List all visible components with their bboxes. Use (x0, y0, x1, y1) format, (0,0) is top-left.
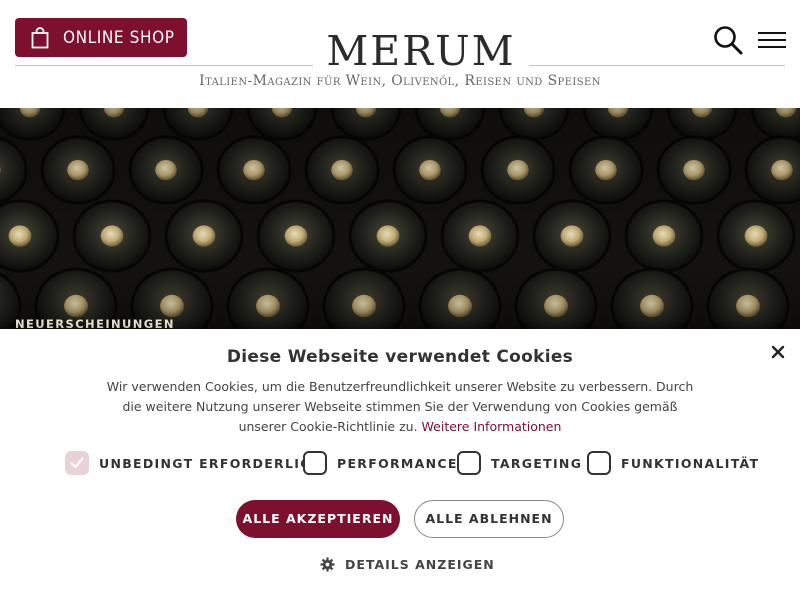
hero-image-wine-bottles (0, 108, 800, 333)
checkbox-strictly-necessary[interactable] (65, 451, 89, 475)
shopping-bag-icon (31, 26, 49, 48)
cookie-banner-title: Diese Webseite verwendet Cookies (226, 347, 574, 367)
checkbox-functionality[interactable] (587, 451, 611, 475)
more-info-link[interactable]: Weitere Informationen (422, 419, 562, 434)
option-label-targeting: TARGETING (491, 455, 583, 471)
checkmark-icon (70, 457, 84, 469)
option-label-functionality: FUNKTIONALITÄT (621, 455, 760, 471)
cookie-option-targeting[interactable]: TARGETING (457, 451, 582, 475)
online-shop-button[interactable]: ONLINE SHOP (15, 18, 187, 57)
checkbox-targeting[interactable] (457, 451, 481, 475)
header-divider-right (529, 65, 785, 66)
option-label-strictly-necessary: UNBEDINGT ERFORDERLICH (99, 455, 323, 471)
gear-icon (320, 556, 335, 572)
cookie-banner-text: Wir verwenden Cookies, um die Benutzerfr… (100, 377, 700, 437)
search-icon[interactable] (713, 25, 743, 55)
site-logo[interactable]: MERUM (313, 27, 529, 75)
checkbox-performance[interactable] (303, 451, 327, 475)
hero-banner[interactable]: NEUERSCHEINUNGEN (0, 108, 800, 333)
site-tagline: Italien-Magazin für Wein, Olivenöl, Reis… (199, 73, 601, 89)
cookie-option-strictly-necessary[interactable]: UNBEDINGT ERFORDERLICH (65, 451, 322, 475)
reject-all-button[interactable]: ALLE ABLEHNEN (414, 500, 564, 538)
online-shop-label: ONLINE SHOP (63, 27, 175, 48)
show-details-label: DETAILS ANZEIGEN (345, 556, 495, 572)
cookie-option-performance[interactable]: PERFORMANCE (303, 451, 458, 475)
show-details-button[interactable]: DETAILS ANZEIGEN (320, 556, 495, 572)
accept-all-button[interactable]: ALLE AKZEPTIEREN (236, 500, 400, 538)
site-header: ONLINE SHOP MERUM Italien-Magazin für We… (0, 0, 800, 108)
option-label-performance: PERFORMANCE (337, 455, 458, 471)
header-divider-left (15, 65, 313, 66)
cookie-banner: Diese Webseite verwendet Cookies Wir ver… (0, 329, 800, 600)
cookie-banner-body: Wir verwenden Cookies, um die Benutzerfr… (106, 379, 694, 434)
cookie-option-functionality[interactable]: FUNKTIONALITÄT (587, 451, 759, 475)
hamburger-menu-icon[interactable] (758, 30, 786, 50)
